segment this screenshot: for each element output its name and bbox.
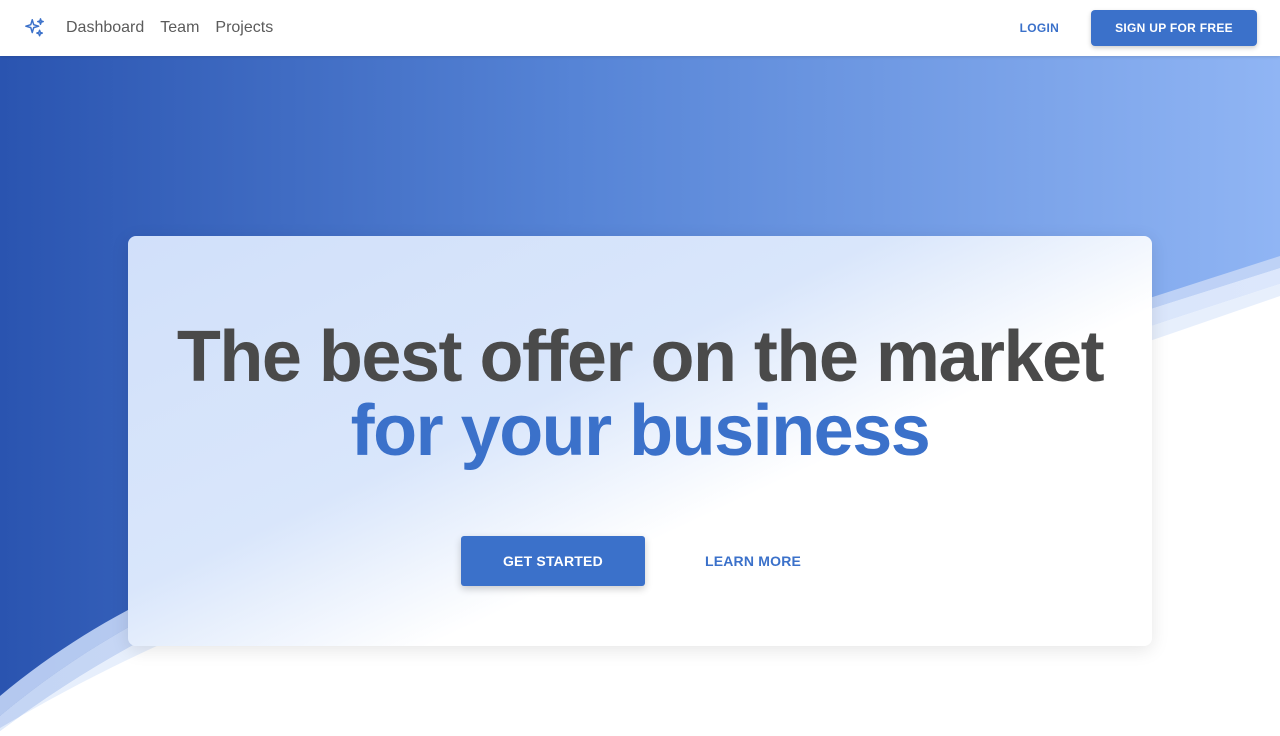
login-button[interactable]: LOGIN bbox=[1004, 11, 1076, 45]
hero-card: The best offer on the market for your bu… bbox=[128, 236, 1152, 646]
nav-link-projects[interactable]: Projects bbox=[215, 0, 273, 56]
hero-title-line1: The best offer on the market bbox=[176, 317, 1105, 397]
sparkles-icon[interactable] bbox=[24, 17, 46, 39]
hero-title-line2: for your business bbox=[350, 391, 931, 471]
signup-button[interactable]: SIGN UP FOR FREE bbox=[1091, 10, 1257, 46]
hero-section: The best offer on the market for your bu… bbox=[0, 56, 1280, 736]
nav-link-team[interactable]: Team bbox=[160, 0, 199, 56]
nav-link-dashboard[interactable]: Dashboard bbox=[66, 0, 144, 56]
main-nav: Dashboard Team Projects bbox=[66, 0, 289, 56]
get-started-button[interactable]: GET STARTED bbox=[460, 536, 645, 586]
hero-title: The best offer on the market for your bu… bbox=[176, 317, 1105, 471]
navbar: Dashboard Team Projects LOGIN SIGN UP FO… bbox=[0, 0, 1280, 56]
learn-more-button[interactable]: LEARN MORE bbox=[687, 536, 819, 586]
hero-actions: GET STARTED LEARN MORE bbox=[460, 536, 819, 586]
